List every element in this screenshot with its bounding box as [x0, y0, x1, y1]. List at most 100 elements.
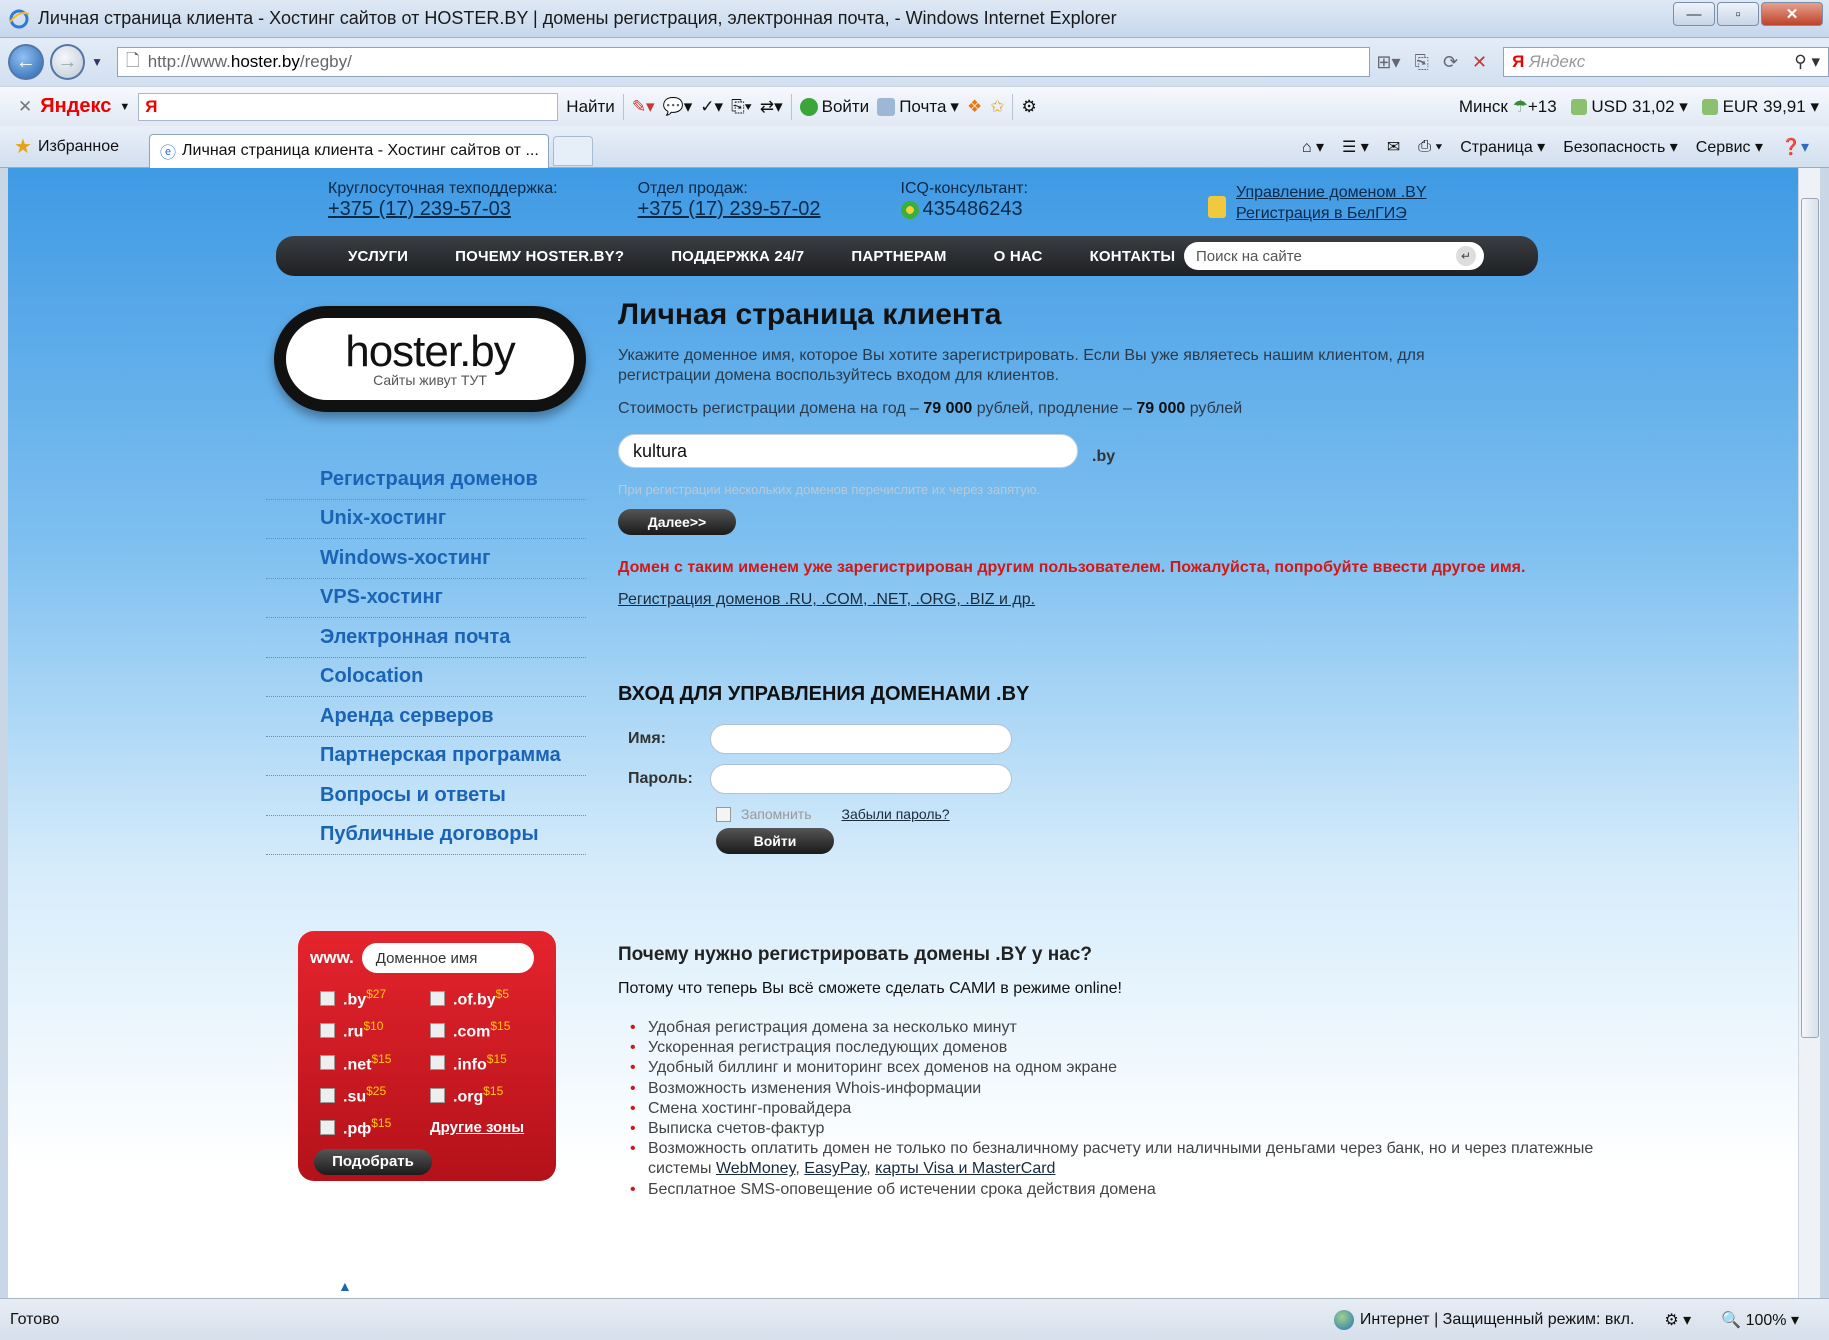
browser-tab[interactable]: ⓔ Личная страница клиента - Хостинг сайто…	[149, 133, 550, 168]
belgie-registration-link[interactable]: Регистрация в БелГИЭ	[1236, 203, 1427, 224]
zone-com[interactable]: .com$15	[430, 1019, 540, 1041]
zone-info[interactable]: .info$15	[430, 1052, 540, 1074]
print-icon[interactable]: ⎙ ▾	[1418, 138, 1442, 156]
nav-support[interactable]: ПОДДЕРЖКА 24/7	[671, 248, 804, 265]
scroll-thumb[interactable]	[1801, 198, 1819, 1038]
zone-ru[interactable]: .ru$10	[320, 1019, 430, 1041]
domain-name-input[interactable]: Доменное имя	[361, 943, 534, 973]
name-label: Имя:	[628, 730, 666, 747]
sales-phone[interactable]: +375 (17) 239-57-02	[638, 198, 821, 221]
zone-rf[interactable]: .рф$15	[320, 1116, 430, 1138]
easypay-link[interactable]: EasyPay	[804, 1160, 866, 1177]
search-icon[interactable]: ⚲ ▾	[1794, 52, 1820, 72]
sidebar-item-server-rental[interactable]: Аренда серверов	[266, 697, 586, 737]
sidebar-item-windows-hosting[interactable]: Windows-хостинг	[266, 539, 586, 579]
yandex-login-button[interactable]: Войти	[799, 97, 869, 117]
nav-contacts[interactable]: КОНТАКТЫ	[1090, 248, 1176, 265]
sidebar-item-vps-hosting[interactable]: VPS-хостинг	[266, 579, 586, 618]
gift-icon[interactable]: ❖	[967, 97, 982, 117]
zone-su[interactable]: .su$25	[320, 1084, 430, 1106]
home-icon[interactable]: ⌂ ▾	[1302, 137, 1324, 157]
close-toolbar-icon[interactable]: ✕	[18, 97, 32, 117]
domain-input[interactable]: kultura	[618, 434, 1078, 468]
sidebar-item-partner-program[interactable]: Партнерская программа	[266, 737, 586, 776]
read-mail-icon[interactable]: ✉	[1387, 137, 1400, 157]
pick-domain-button[interactable]: Подобрать	[314, 1148, 432, 1175]
zone-by[interactable]: .by$27	[320, 987, 430, 1009]
list-item: Возможность оплатить домен не только по …	[630, 1139, 1618, 1179]
manage-domain-link[interactable]: Управление доменом .BY	[1236, 182, 1427, 203]
nav-about[interactable]: О НАС	[994, 248, 1043, 265]
nav-partners[interactable]: ПАРТНЕРАМ	[851, 248, 946, 265]
settings-gear-icon[interactable]: ⚙	[1021, 97, 1036, 117]
password-label: Пароль:	[628, 770, 693, 787]
zone-net[interactable]: .net$15	[320, 1052, 430, 1074]
feeds-icon[interactable]: ☰ ▾	[1342, 137, 1369, 157]
close-button[interactable]: ✕	[1761, 2, 1823, 26]
remember-checkbox[interactable]	[716, 806, 731, 822]
refresh-icon[interactable]: ⟳	[1443, 52, 1458, 73]
usd-rate[interactable]: USD 31,02 ▾	[1570, 97, 1688, 117]
chevron-down-icon[interactable]: ▼	[119, 101, 130, 113]
star-icon[interactable]: ✩	[990, 97, 1004, 117]
sidebar-item-email[interactable]: Электронная почта	[266, 618, 586, 658]
username-input[interactable]	[710, 724, 1012, 754]
rss-icon[interactable]: ⎘	[1415, 52, 1429, 73]
webmoney-link[interactable]: WebMoney	[716, 1160, 795, 1177]
stop-icon[interactable]: ✕	[1472, 52, 1487, 73]
sidebar-item-public-contracts[interactable]: Публичные договоры	[266, 816, 586, 855]
weather-city[interactable]: Минск ☂+13	[1459, 97, 1557, 117]
back-button[interactable]: ←	[8, 44, 44, 80]
zone-of-by[interactable]: .of.by$5	[430, 987, 540, 1009]
other-zones-link[interactable]: Другие зоны	[430, 1119, 524, 1136]
cards-link[interactable]: карты Visa и MasterCard	[875, 1160, 1055, 1177]
yandex-mail-button[interactable]: Почта ▾	[877, 97, 959, 117]
compat-view-icon[interactable]: ⊞▾	[1376, 52, 1400, 73]
sidebar-item-domain-registration[interactable]: Регистрация доменов	[266, 460, 586, 500]
page-icon: 🗋	[126, 50, 140, 70]
translate-icon[interactable]: ⎘▾	[731, 97, 752, 117]
zone-org[interactable]: .org$15	[430, 1084, 540, 1106]
new-tab-button[interactable]	[553, 135, 594, 166]
site-search-input[interactable]: Поиск на сайте ↵	[1184, 242, 1484, 270]
translate-page-icon[interactable]: ⇄▾	[760, 97, 783, 117]
find-button[interactable]: Найти	[566, 97, 615, 117]
site-logo[interactable]: hoster.by Сайты живут ТУТ	[274, 306, 586, 412]
minimize-button[interactable]: —	[1673, 2, 1715, 26]
vertical-scrollbar[interactable]	[1798, 168, 1820, 1298]
marker-icon[interactable]: ✎▾	[632, 97, 655, 117]
page-menu[interactable]: Страница ▾	[1460, 137, 1545, 157]
browser-search-input[interactable]: Я Яндекс ⚲ ▾	[1503, 47, 1829, 77]
sidebar-item-colocation[interactable]: Colocation	[266, 658, 586, 697]
yandex-brand[interactable]: Яндекс	[40, 95, 111, 118]
tools-menu[interactable]: Сервис ▾	[1696, 137, 1763, 157]
help-icon[interactable]: ❓▾	[1781, 137, 1809, 157]
scroll-up-icon[interactable]: ▲	[338, 1278, 352, 1294]
login-button[interactable]: Войти	[716, 828, 834, 854]
sidebar-item-unix-hosting[interactable]: Unix-хостинг	[266, 500, 586, 539]
enter-icon[interactable]: ↵	[1456, 246, 1476, 266]
forgot-password-link[interactable]: Забыли пароль?	[842, 806, 950, 822]
nav-services[interactable]: УСЛУГИ	[348, 248, 408, 265]
zoom-control[interactable]: 🔍 100% ▾	[1721, 1310, 1799, 1330]
nav-why-hoster[interactable]: ПОЧЕМУ HOSTER.BY?	[455, 248, 624, 265]
support-phone[interactable]: +375 (17) 239-57-03	[328, 198, 558, 221]
other-domains-link[interactable]: Регистрация доменов .RU, .COM, .NET, .OR…	[618, 591, 1618, 609]
safety-menu[interactable]: Безопасность ▾	[1563, 137, 1678, 157]
password-input[interactable]	[710, 764, 1012, 794]
protected-mode-icon[interactable]: ⚙ ▾	[1664, 1310, 1691, 1330]
speech-bubble-icon[interactable]: 💬▾	[663, 97, 693, 117]
lock-icon	[1208, 196, 1226, 218]
benefits-list: Удобная регистрация домена за несколько …	[630, 1018, 1618, 1200]
next-button[interactable]: Далее>>	[618, 509, 736, 535]
address-field[interactable]: 🗋 http://www.hoster.by/regby/	[117, 47, 1371, 77]
forward-button[interactable]: →	[49, 44, 86, 80]
favorites-button[interactable]: ★ Избранное	[14, 134, 119, 159]
spellcheck-icon[interactable]: ✓▾	[700, 97, 723, 117]
maximize-button[interactable]: ▫	[1717, 2, 1759, 26]
yandex-search-input[interactable]: Я	[138, 92, 559, 121]
security-zone[interactable]: Интернет | Защищенный режим: вкл.	[1333, 1309, 1634, 1330]
eur-rate[interactable]: EUR 39,91 ▾	[1701, 97, 1819, 117]
sidebar-item-faq[interactable]: Вопросы и ответы	[266, 776, 586, 816]
history-dropdown-icon[interactable]: ▼	[91, 55, 103, 69]
